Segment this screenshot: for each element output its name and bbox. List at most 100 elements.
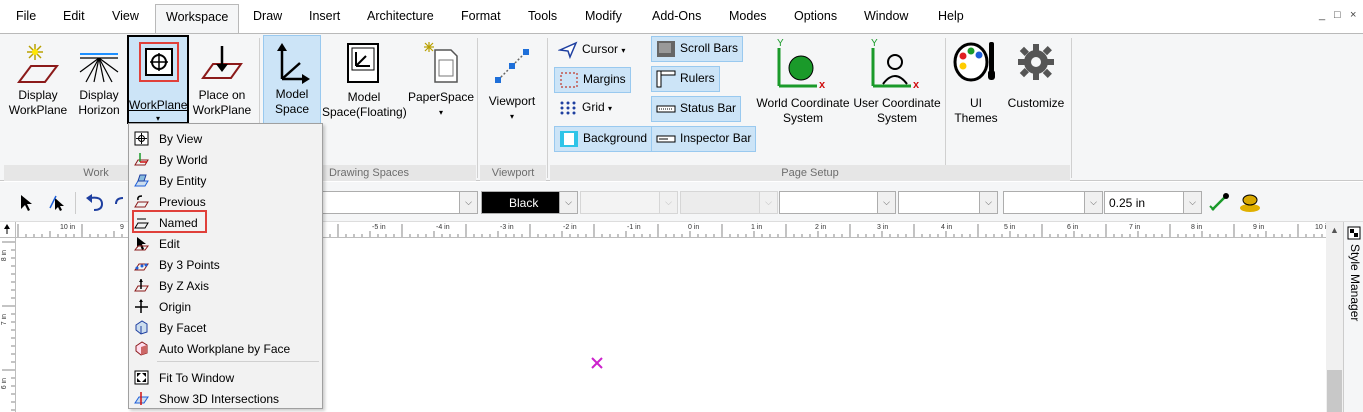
redo-icon[interactable] — [114, 194, 124, 212]
layer-combo[interactable]: ⌵ — [318, 191, 478, 214]
ruler-origin-corner[interactable] — [0, 222, 16, 238]
status-bar-icon — [656, 105, 676, 113]
ruler-label: 8 in — [1191, 224, 1203, 231]
paint-bucket-icon[interactable] — [1238, 192, 1262, 214]
weight-combo-arrow-icon[interactable]: ⌵ — [1084, 192, 1102, 213]
vertical-ruler[interactable]: 8 in 7 in 6 in — [0, 238, 16, 412]
model-space-button[interactable]: Model Space — [263, 35, 321, 125]
dropdown-item-origin[interactable]: Origin — [129, 296, 322, 317]
display-horizon-button[interactable]: Display Horizon — [73, 40, 125, 125]
line-width-combo[interactable]: 0.25 in ⌵ — [1104, 191, 1202, 214]
menu-view[interactable]: View — [112, 9, 139, 23]
layer-combo-arrow-icon[interactable]: ⌵ — [459, 192, 477, 213]
dropdown-item-edit[interactable]: Edit — [129, 233, 322, 254]
opacity-combo[interactable]: ⌵ — [898, 191, 998, 214]
scrollbar-thumb[interactable] — [1327, 370, 1342, 412]
dropdown-item-by-3-points[interactable]: By 3 Points — [129, 254, 322, 275]
ruler-label: -3 in — [500, 224, 514, 231]
edit-nodes-icon[interactable] — [48, 194, 66, 212]
ruler-label: 9 — [120, 224, 124, 231]
menu-format[interactable]: Format — [461, 9, 501, 23]
eyedropper-icon[interactable] — [1208, 192, 1230, 214]
margins-button[interactable]: Margins — [554, 67, 631, 93]
dropdown-item-by-world[interactable]: By World — [129, 149, 322, 170]
menu-window[interactable]: Window — [864, 9, 908, 23]
ruler-label: 2 in — [815, 224, 827, 231]
ruler-label: -4 in — [436, 224, 450, 231]
dropdown-item-show-3d-intersections[interactable]: Show 3D Intersections — [129, 388, 322, 409]
dropdown-item-by-view[interactable]: By View — [129, 128, 322, 149]
menu-insert[interactable]: Insert — [309, 9, 340, 23]
style-manager-panel[interactable]: Style Manager — [1343, 222, 1363, 412]
menu-options[interactable]: Options — [794, 9, 837, 23]
dropdown-item-label: By Facet — [159, 321, 207, 335]
dropdown-item-previous[interactable]: Previous — [129, 191, 322, 212]
dropdown-item-by-facet[interactable]: By Facet — [129, 317, 322, 338]
dropdown-item-by-z-axis[interactable]: By Z Axis — [129, 275, 322, 296]
rulers-button[interactable]: Rulers — [651, 66, 720, 92]
undo-icon[interactable] — [84, 194, 106, 212]
named-item-highlight — [132, 210, 207, 233]
pattern-combo[interactable]: ⌵ — [680, 191, 778, 214]
customize-button[interactable]: Customize — [1006, 36, 1066, 126]
inspector-bar-button[interactable]: Inspector Bar — [651, 126, 757, 152]
minimize-button[interactable]: _ — [1319, 9, 1325, 21]
menu-modify[interactable]: Modify — [585, 9, 622, 23]
svg-text:x: x — [913, 79, 920, 90]
svg-text:x: x — [819, 79, 826, 90]
ruler-label: 10 in — [60, 224, 76, 231]
menu-add-ons[interactable]: Add-Ons — [652, 9, 701, 23]
line-style-combo[interactable]: ⌵ — [580, 191, 678, 214]
ruler-label: 5 in — [1004, 224, 1016, 231]
menu-workspace[interactable]: Workspace — [155, 4, 240, 34]
menu-draw[interactable]: Draw — [253, 9, 282, 23]
place-on-workplane-icon — [201, 46, 243, 79]
ui-themes-button[interactable]: UI Themes — [948, 36, 1004, 126]
paperspace-dropdown-arrow-icon[interactable]: ▾ — [408, 105, 474, 120]
status-bar-button[interactable]: Status Bar — [651, 96, 742, 122]
color-combo-arrow-icon[interactable]: ⌵ — [559, 192, 577, 213]
cursor-button[interactable]: Cursor ▾ — [554, 38, 629, 64]
display-workplane-button[interactable]: Display WorkPlane — [5, 40, 71, 125]
workplane-button[interactable]: WorkPlane ▾ — [127, 35, 189, 124]
scroll-up-icon[interactable]: ▲ — [1326, 222, 1343, 239]
grid-icon — [560, 101, 576, 115]
line-style-combo-arrow-icon[interactable]: ⌵ — [659, 192, 677, 213]
weight-combo[interactable]: ⌵ — [1003, 191, 1103, 214]
dropdown-item-by-entity[interactable]: By Entity — [129, 170, 322, 191]
menu-help[interactable]: Help — [938, 9, 964, 23]
select-arrow-icon[interactable] — [18, 194, 34, 212]
ruler-corner-icon — [4, 224, 10, 234]
place-on-workplane-label: Place on WorkPlane — [192, 88, 252, 117]
viewport-button[interactable]: Viewport ▾ — [481, 40, 543, 125]
menu-modes[interactable]: Modes — [729, 9, 767, 23]
menu-architecture[interactable]: Architecture — [367, 9, 434, 23]
dropdown-item-auto-workplane-by-face[interactable]: Auto Workplane by Face — [129, 338, 322, 359]
close-button[interactable]: × — [1350, 9, 1356, 21]
fill-combo-arrow-icon[interactable]: ⌵ — [877, 192, 895, 213]
origin-icon — [135, 299, 148, 313]
menu-tools[interactable]: Tools — [528, 9, 557, 23]
menu-file[interactable]: File — [16, 9, 36, 23]
page-setup-group-label: Page Setup — [550, 165, 1070, 181]
vertical-scrollbar[interactable]: ▲ — [1326, 222, 1343, 412]
paperspace-button[interactable]: PaperSpace ▾ — [408, 40, 474, 125]
ruler-label: 7 in — [1, 314, 8, 326]
scroll-bars-button[interactable]: Scroll Bars — [651, 36, 744, 62]
model-space-floating-button[interactable]: Model Space(Floating) — [322, 40, 407, 125]
color-combo[interactable]: Black ⌵ — [481, 191, 578, 214]
line-width-combo-arrow-icon[interactable]: ⌵ — [1183, 192, 1201, 213]
menu-edit[interactable]: Edit — [63, 9, 85, 23]
world-coordinate-system-button[interactable]: Y x World Coordinate System — [754, 36, 852, 126]
dropdown-item-fit-to-window[interactable]: Fit To Window — [129, 367, 322, 388]
restore-button[interactable]: □ — [1334, 9, 1341, 21]
place-on-workplane-button[interactable]: Place on WorkPlane — [191, 40, 253, 125]
background-button[interactable]: Background — [554, 126, 653, 152]
pattern-combo-arrow-icon[interactable]: ⌵ — [759, 192, 777, 213]
opacity-combo-arrow-icon[interactable]: ⌵ — [979, 192, 997, 213]
grid-button[interactable]: Grid ▾ — [554, 96, 616, 122]
user-coordinate-system-button[interactable]: Y x User Coordinate System — [852, 36, 942, 126]
by-entity-icon — [134, 174, 149, 187]
fill-combo[interactable]: ⌵ — [779, 191, 896, 214]
viewport-dropdown-arrow-icon[interactable]: ▾ — [481, 109, 543, 124]
